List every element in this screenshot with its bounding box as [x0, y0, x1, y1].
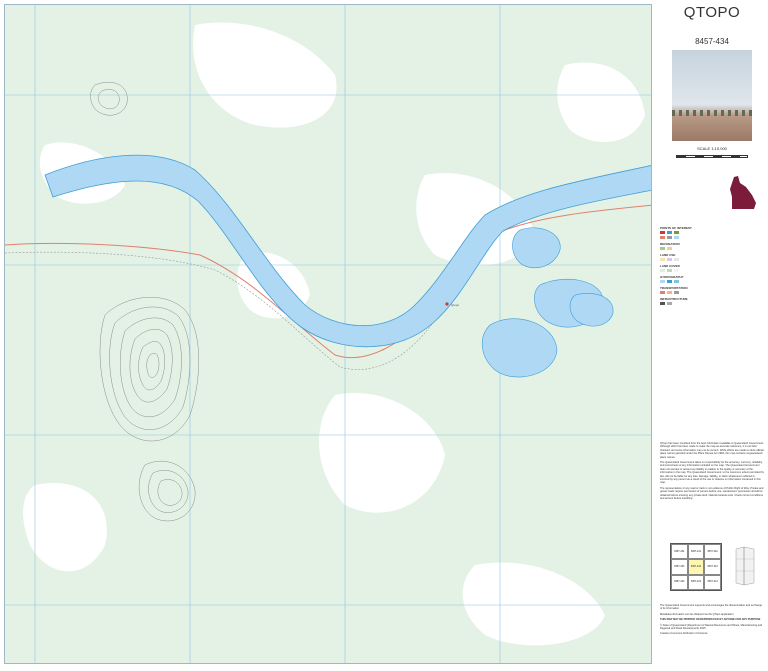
- disclaimer-paragraph-1: QTopo has been compiled from the best in…: [660, 442, 764, 459]
- index-cell[interactable]: 8457-432: [671, 544, 688, 560]
- sheet-number: 8457-434: [695, 37, 729, 46]
- place-label: Qtopo: [451, 303, 460, 307]
- map-frame[interactable]: Qtopo: [4, 4, 652, 664]
- disclaimer: QTopo has been compiled from the best in…: [660, 442, 764, 501]
- footer-paragraph-1: The Queensland Government supports and e…: [660, 604, 763, 611]
- cover-photo: [672, 50, 752, 141]
- index-cell[interactable]: 8457-441: [687, 544, 705, 560]
- disclaimer-paragraph-3: The representation of any road or track …: [660, 486, 764, 501]
- index-cell[interactable]: 8457-413: [704, 574, 721, 590]
- poi-marker[interactable]: [445, 302, 449, 306]
- index-cell[interactable]: 8457-442: [704, 544, 721, 560]
- tree-line: [672, 110, 752, 116]
- topographic-map[interactable]: Qtopo: [5, 5, 652, 664]
- footer-paragraph-3: THIS MAP MAY BE PRINTED OR REPRODUCED BY…: [660, 618, 761, 622]
- footer-paragraph-4: © State of Queensland (Department of Nat…: [660, 623, 763, 631]
- map-title: QTOPO: [683, 4, 741, 21]
- index-cell-current[interactable]: 8457-434: [687, 559, 705, 575]
- fold-diagram-icon: [735, 546, 755, 586]
- index-cell[interactable]: 8457-433: [671, 559, 688, 575]
- queensland-locator-icon: [730, 176, 756, 209]
- footer-paragraph-5: Creative Commons Attribution 4.0 licence: [660, 632, 708, 636]
- footer-paragraph-2: Metadata information can be obtained via…: [660, 612, 734, 616]
- index-cell[interactable]: 8457-443: [704, 559, 721, 575]
- adjoining-sheets-index: 8457-432 8457-441 8457-442 8457-433 8457…: [670, 543, 722, 591]
- scale-bar: [676, 155, 748, 158]
- side-panel: QTOPO 8457-434 SCALE 1:10,000 POINTS OF …: [656, 0, 768, 671]
- index-cell[interactable]: 8457-423: [671, 574, 688, 590]
- index-cell[interactable]: 8457-424: [687, 574, 705, 590]
- disclaimer-paragraph-2: The Queensland Government takes no respo…: [660, 461, 764, 485]
- footer: The Queensland Government supports and e…: [660, 604, 764, 636]
- legend: POINTS OF INTEREST RECREATION LAND USE L…: [660, 224, 764, 306]
- scale-label: SCALE 1:10,000: [697, 146, 727, 151]
